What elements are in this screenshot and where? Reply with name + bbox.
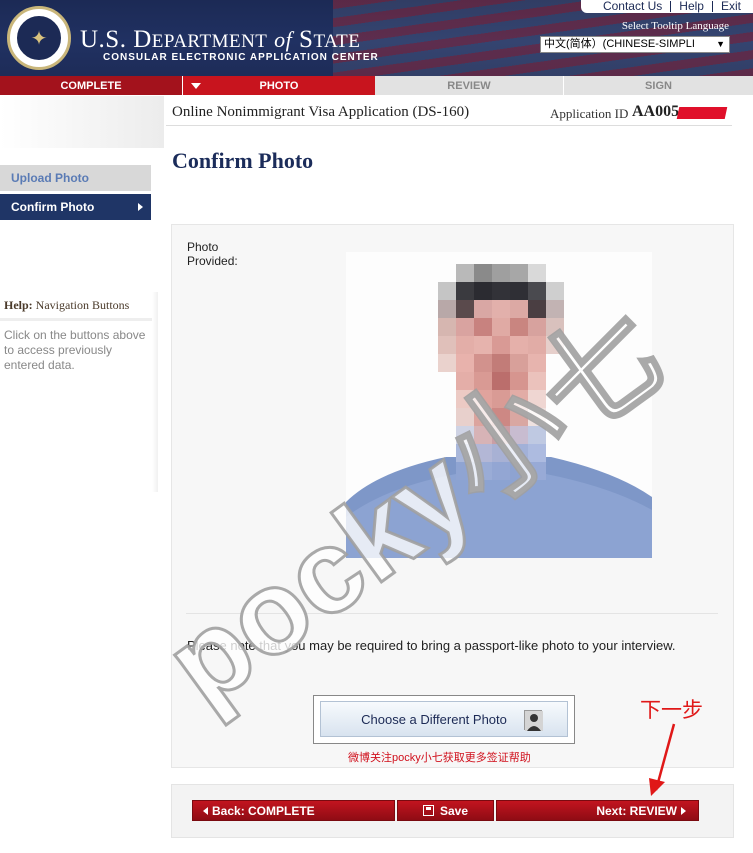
pixelated-portrait bbox=[346, 252, 652, 558]
contact-us-link[interactable]: Contact Us bbox=[595, 0, 670, 13]
save-button[interactable]: Save bbox=[397, 800, 494, 821]
back-button-label: Back: COMPLETE bbox=[212, 803, 315, 818]
help-title: Help: Navigation Buttons bbox=[4, 298, 130, 312]
exit-link[interactable]: Exit bbox=[713, 0, 749, 13]
tab-sign: SIGN bbox=[564, 76, 753, 95]
tab-complete[interactable]: COMPLETE bbox=[0, 76, 183, 95]
choose-different-photo-button[interactable]: Choose a Different Photo bbox=[320, 701, 568, 737]
chevron-left-icon bbox=[203, 806, 208, 815]
choose-different-photo-label: Choose a Different Photo bbox=[361, 711, 507, 727]
department-seal-icon: ✦ bbox=[7, 6, 71, 70]
photo-requirement-note: Please note that you may be required to … bbox=[187, 638, 676, 653]
applicant-photo bbox=[346, 252, 652, 558]
page-title: Confirm Photo bbox=[172, 148, 314, 173]
help-body: Click on the buttons above to access pre… bbox=[4, 328, 146, 372]
next-button[interactable]: Next: REVIEW bbox=[496, 800, 699, 821]
sidebar-item-upload-photo[interactable]: Upload Photo bbox=[0, 165, 151, 191]
brand-subtitle: CONSULAR ELECTRONIC APPLICATION CENTER bbox=[103, 52, 379, 63]
dropdown-arrow-icon: ▼ bbox=[716, 39, 725, 49]
help-divider bbox=[0, 318, 158, 321]
language-select-value: 中文(简体）(CHINESE-SIMPLI bbox=[544, 38, 695, 50]
sidebar-item-label: Upload Photo bbox=[11, 171, 89, 185]
person-icon bbox=[524, 710, 543, 731]
site-header: ✦ U.S. DEPARTMENT of STATE CONSULAR ELEC… bbox=[0, 0, 753, 76]
back-button[interactable]: Back: COMPLETE bbox=[192, 800, 395, 821]
tooltip-language-label: Select Tooltip Language bbox=[621, 20, 729, 32]
application-id-label: Application ID bbox=[550, 106, 629, 121]
redaction-mark bbox=[676, 107, 728, 119]
floppy-disk-icon bbox=[422, 805, 434, 816]
photo-provided-label: Photo Provided: bbox=[187, 240, 238, 268]
help-link[interactable]: Help bbox=[671, 0, 712, 13]
choose-photo-frame: Choose a Different Photo bbox=[313, 695, 575, 744]
chevron-right-icon bbox=[138, 203, 143, 211]
next-step-annotation: 下一步 bbox=[640, 699, 703, 722]
application-id-value: AA005 bbox=[632, 103, 680, 120]
progress-tabs: COMPLETE PHOTO REVIEW SIGN bbox=[0, 76, 753, 95]
language-select[interactable]: 中文(简体）(CHINESE-SIMPLI ▼ bbox=[540, 36, 730, 53]
application-bar: Online Nonimmigrant Visa Application (DS… bbox=[166, 98, 732, 126]
active-tab-indicator-icon bbox=[191, 83, 201, 89]
brand-title: U.S. DEPARTMENT of STATE bbox=[80, 26, 361, 53]
tab-photo[interactable]: PHOTO bbox=[183, 76, 375, 95]
page: ✦ U.S. DEPARTMENT of STATE CONSULAR ELEC… bbox=[0, 0, 753, 853]
sidebar-item-confirm-photo[interactable]: Confirm Photo bbox=[0, 194, 151, 220]
utility-links: Contact Us Help Exit bbox=[580, 0, 753, 13]
tab-review: REVIEW bbox=[375, 76, 564, 95]
save-button-label: Save bbox=[439, 803, 469, 818]
sidebar-header-shade bbox=[0, 96, 164, 148]
application-title: Online Nonimmigrant Visa Application (DS… bbox=[172, 104, 470, 120]
panel-divider bbox=[186, 613, 718, 614]
chevron-right-icon bbox=[681, 806, 686, 815]
weibo-note: 微博关注pocky小七获取更多签证帮助 bbox=[348, 752, 531, 764]
next-button-label: Next: REVIEW bbox=[596, 803, 677, 818]
sidebar-edge bbox=[152, 292, 158, 492]
sidebar-item-label: Confirm Photo bbox=[11, 200, 95, 214]
